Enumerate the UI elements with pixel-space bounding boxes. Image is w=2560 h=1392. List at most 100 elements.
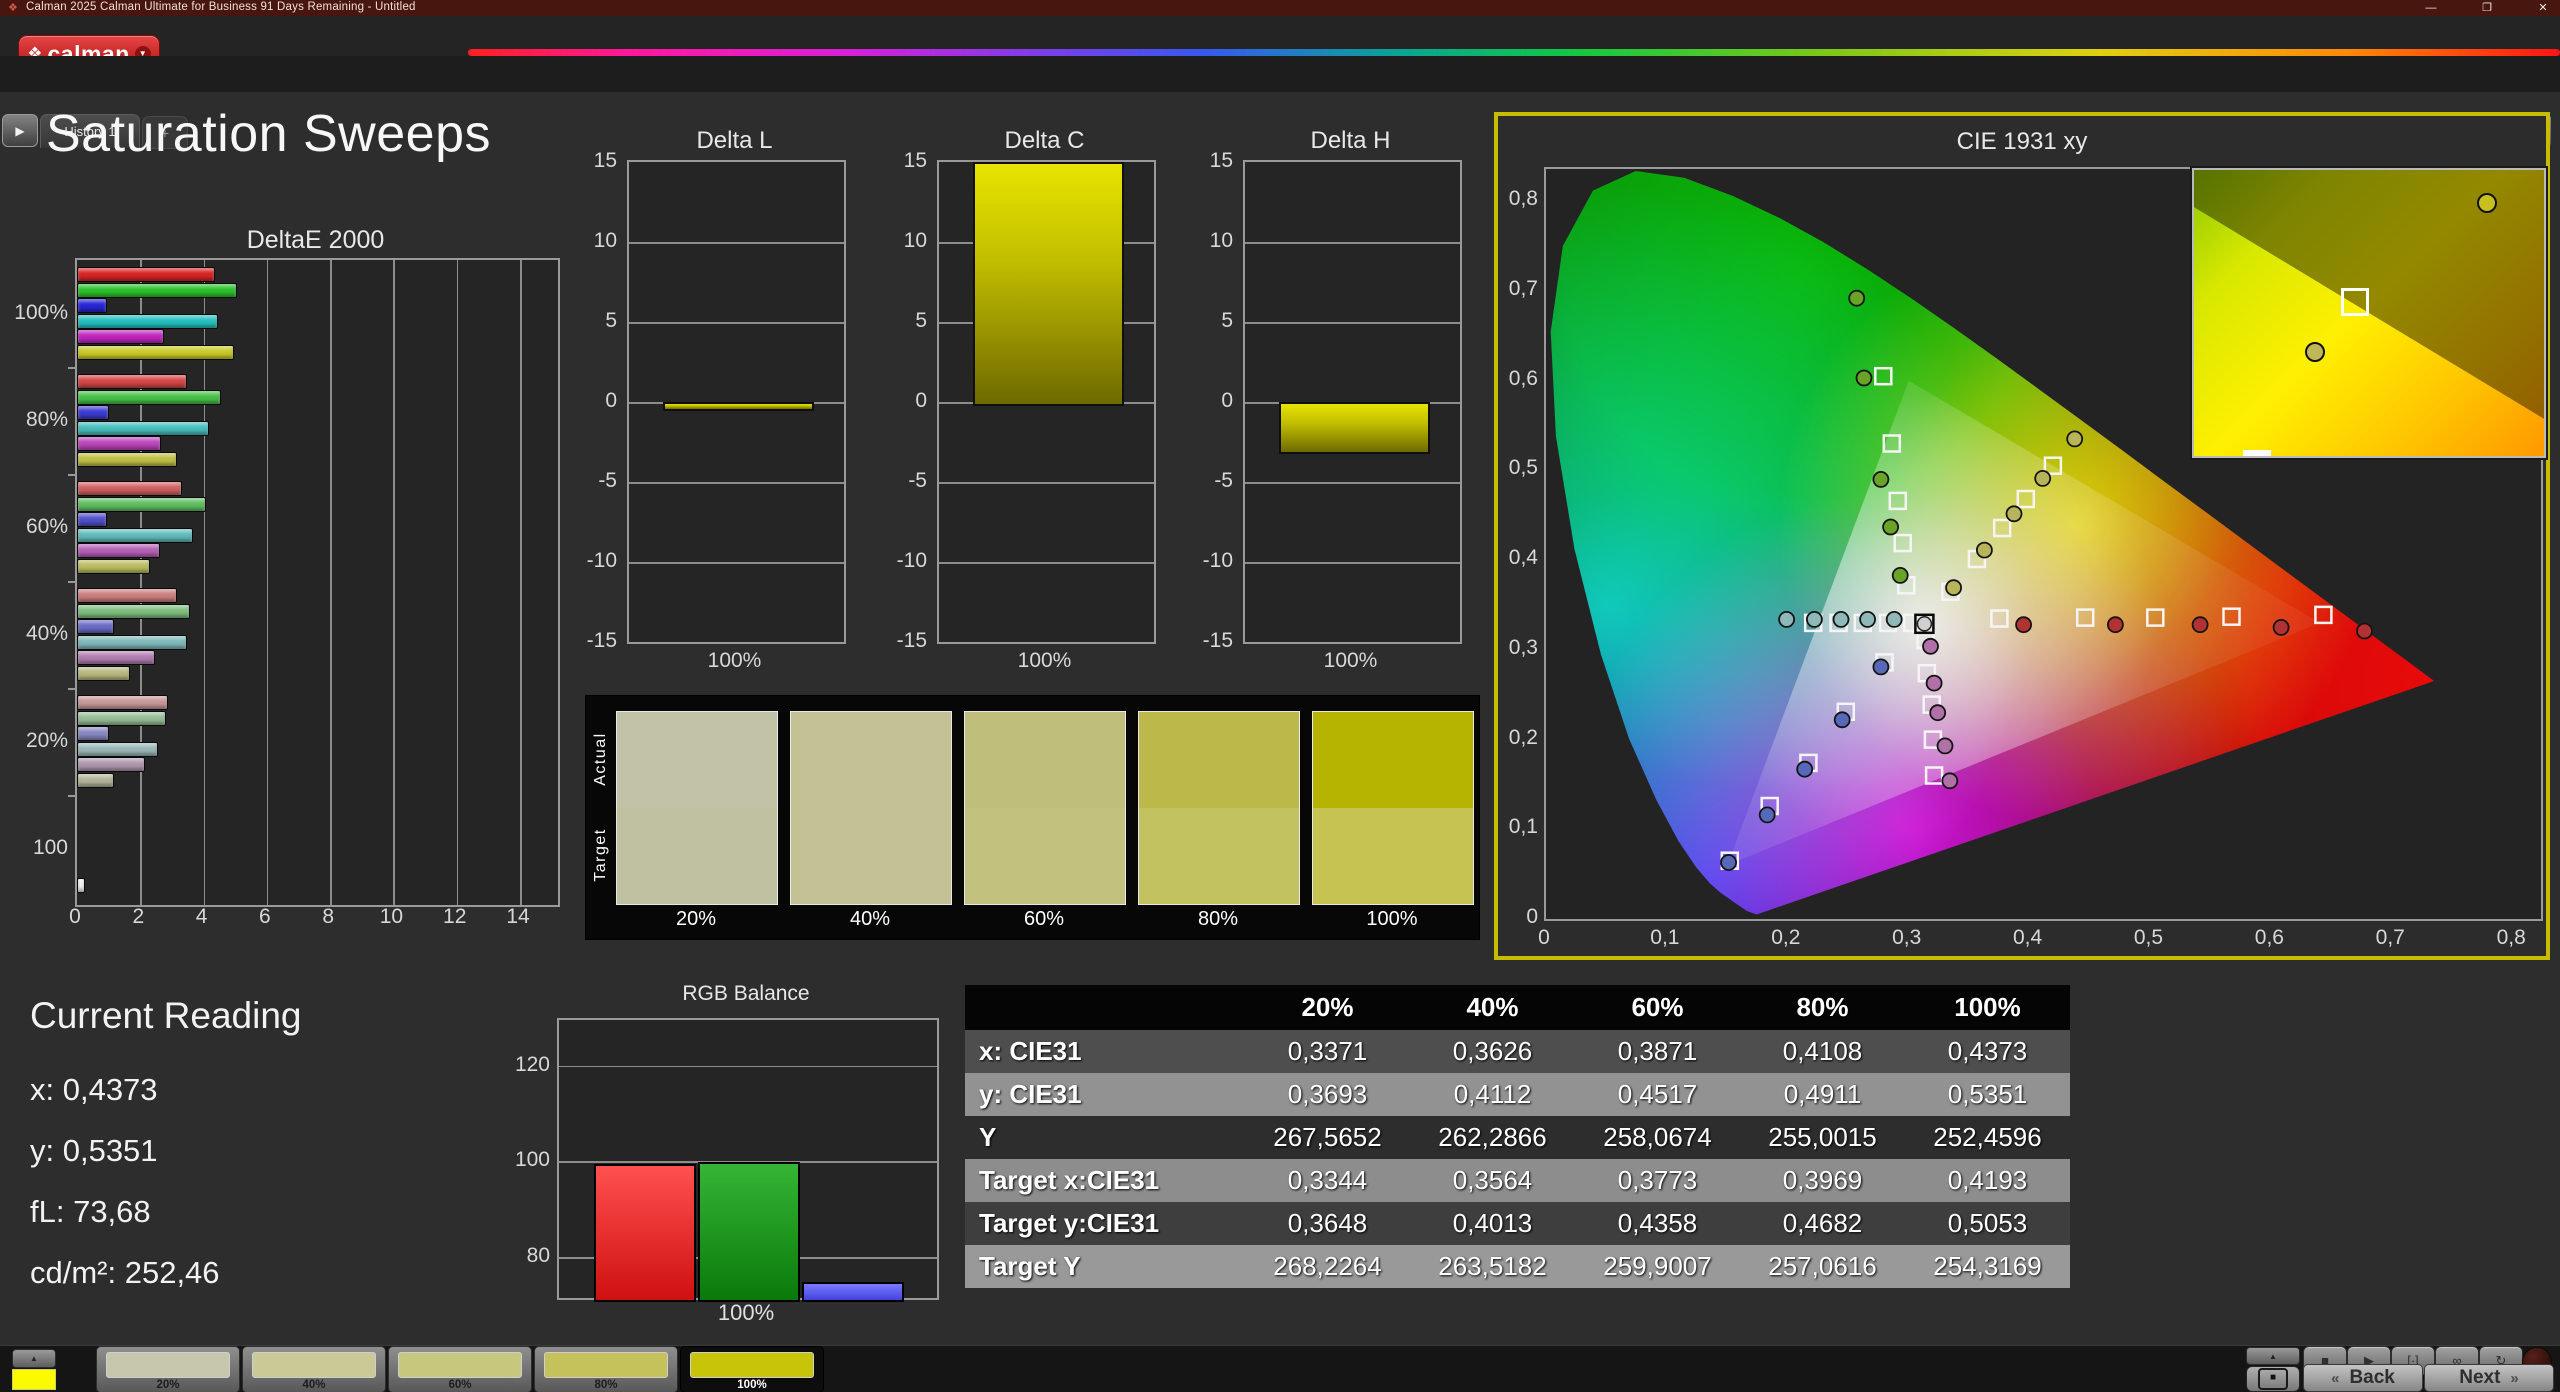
deltae-bar-green	[77, 497, 206, 512]
cie-x-tick: 0	[1514, 926, 1574, 950]
pattern-button-20%[interactable]: 20%	[96, 1346, 240, 1392]
pattern-swatch	[252, 1352, 376, 1378]
deltae-group-tick	[68, 581, 77, 583]
table-value-cell: 258,0674	[1575, 1116, 1740, 1159]
deltae-bar-magenta	[77, 650, 155, 665]
actual-color	[617, 712, 777, 808]
compare-swatch-20%	[616, 711, 778, 905]
delta-y-tick: 5	[567, 309, 617, 333]
delta-gridline	[939, 562, 1154, 564]
deltae-y-tick: 60%	[0, 515, 68, 539]
measured-circle-magenta	[1930, 705, 1945, 720]
maximize-button[interactable]: ❐	[2472, 1, 2502, 15]
deltae-group-tick	[68, 367, 77, 369]
rgb-bar-blue	[802, 1282, 904, 1302]
pattern-button-100%[interactable]: 100%	[680, 1346, 824, 1392]
window-title: Calman 2025 Calman Ultimate for Business…	[26, 1, 416, 13]
deltae-bar-yellow	[77, 559, 150, 574]
table-header-cell: 60%	[1575, 985, 1740, 1030]
delta-bar	[663, 402, 813, 411]
measured-circle-blue	[1760, 807, 1775, 822]
measured-circle-red	[2108, 617, 2123, 632]
delta-y-tick: -15	[1183, 629, 1233, 653]
rgb-balance-title: RGB Balance	[557, 982, 935, 1006]
deltae-bar-cyan	[77, 528, 193, 543]
delta-y-tick: 10	[877, 229, 927, 253]
pattern-button-60%[interactable]: 60%	[388, 1346, 532, 1392]
table-value-cell: 0,3371	[1245, 1030, 1410, 1073]
deltae-x-tick: 4	[177, 905, 227, 929]
actual-target-swatch-panel: ActualTarget20%40%60%80%100%	[585, 695, 1480, 940]
delta-y-tick: -10	[877, 549, 927, 573]
measured-circle-yellow	[1977, 543, 1992, 558]
measured-circle-red	[2357, 624, 2372, 639]
delta-l-chart: Delta L 100% 151050-5-10-15	[567, 125, 867, 685]
back-button[interactable]: « Back	[2303, 1364, 2423, 1392]
stop-frame-button[interactable]: ■	[2246, 1366, 2300, 1392]
table-value-cell: 0,3344	[1245, 1159, 1410, 1202]
white-point-circle	[1917, 617, 1931, 631]
table-value-cell: 263,5182	[1410, 1245, 1575, 1288]
saturation-data-table: 20%40%60%80%100%x: CIE310,33710,36260,38…	[965, 985, 2070, 1288]
pattern-button-80%[interactable]: 80%	[534, 1346, 678, 1392]
deltae-bar-green	[77, 390, 221, 405]
table-row: Target y:CIE310,36480,40130,43580,46820,…	[965, 1202, 2070, 1245]
table-value-cell: 0,4517	[1575, 1073, 1740, 1116]
table-row-label: x: CIE31	[965, 1030, 1245, 1073]
table-value-cell: 0,4373	[1905, 1030, 2070, 1073]
measured-circle-yellow	[2035, 471, 2050, 486]
measured-circle-green	[1883, 520, 1898, 535]
rgb-bar-red	[594, 1164, 696, 1302]
close-button[interactable]: ✕	[2528, 1, 2558, 15]
reading-x: x: 0,4373	[30, 1072, 158, 1108]
table-value-cell: 0,4682	[1740, 1202, 1905, 1245]
deltae-bar-green	[77, 711, 166, 726]
table-value-cell: 0,5351	[1905, 1073, 2070, 1116]
delta-gridline	[629, 322, 844, 324]
delta-y-tick: 0	[1183, 389, 1233, 413]
table-value-cell: 0,3773	[1575, 1159, 1740, 1202]
delta-y-tick: -5	[877, 469, 927, 493]
delta-l-plot	[627, 160, 846, 644]
delta-h-title: Delta H	[1238, 127, 1463, 155]
cie-x-tick: 0,6	[2239, 926, 2299, 950]
deltae-gridline	[330, 260, 332, 905]
table-value-cell: 0,3648	[1245, 1202, 1410, 1245]
measured-circle-magenta	[1927, 676, 1942, 691]
app-icon: ❖	[8, 1, 18, 14]
table-value-cell: 254,3169	[1905, 1245, 2070, 1288]
calman-app-window: ❖ Calman 2025 Calman Ultimate for Busine…	[0, 0, 2560, 1392]
table-row-label: Target Y	[965, 1245, 1245, 1288]
tab-strip: ▶ History 1 + X-Rite i1Pro 3 Direct View…	[0, 56, 2560, 92]
delta-h-x-label: 100%	[1243, 649, 1458, 673]
deltae-x-tick: 10	[366, 905, 416, 929]
compare-swatch-label: 60%	[964, 908, 1124, 931]
deltae-x-tick: 2	[113, 905, 163, 929]
deltae-gridline	[393, 260, 395, 905]
deltae-x-tick: 0	[50, 905, 100, 929]
table-value-cell: 0,4358	[1575, 1202, 1740, 1245]
inset-measured-circle	[2305, 342, 2325, 362]
collapse-left-panel-button[interactable]: ▶	[2, 114, 38, 147]
pattern-label: 60%	[389, 1379, 531, 1391]
delta-c-title: Delta C	[932, 127, 1157, 155]
pattern-panel-expand-button[interactable]: ▲	[12, 1349, 56, 1368]
measured-circle-green	[1849, 291, 1864, 306]
table-value-cell: 0,3564	[1410, 1159, 1575, 1202]
deltae-bar-magenta	[77, 329, 164, 344]
spectrum-gradient-line	[468, 49, 2560, 56]
delta-h-chart: Delta H 100% 151050-5-10-15	[1183, 125, 1483, 685]
minimize-button[interactable]: —	[2416, 1, 2446, 15]
cie-x-tick: 0,7	[2360, 926, 2420, 950]
swatch-row-label-actual: Actual	[592, 709, 612, 809]
deltae-bar-cyan	[77, 314, 218, 329]
cie-1931-panel[interactable]: CIE 1931 xy 0,80,70,60,50,40,30,20,10 00…	[1494, 112, 2550, 960]
table-row: Y267,5652262,2866258,0674255,0015252,459…	[965, 1116, 2070, 1159]
transport-expand-button[interactable]: ▲	[2246, 1347, 2300, 1365]
deltae-x-tick: 14	[493, 905, 543, 929]
next-button[interactable]: Next »	[2424, 1364, 2554, 1392]
table-header-row: 20%40%60%80%100%	[965, 985, 2070, 1030]
pattern-button-40%[interactable]: 40%	[242, 1346, 386, 1392]
measured-circle-green	[1857, 371, 1872, 386]
delta-h-plot	[1243, 160, 1462, 644]
